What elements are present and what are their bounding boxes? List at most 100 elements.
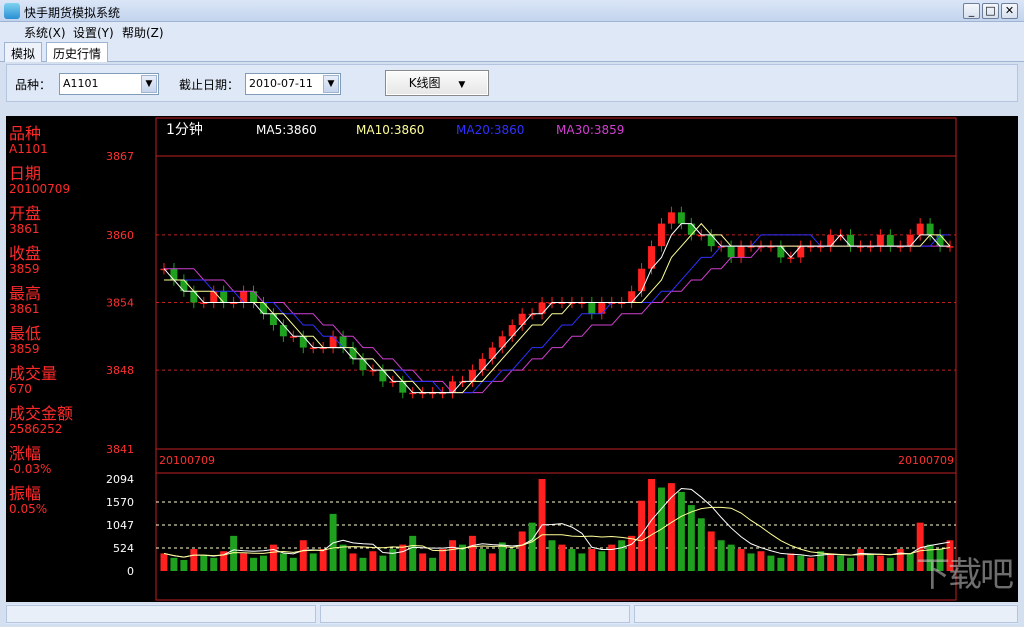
candle-body (299, 336, 307, 348)
price-tick-label: 3867 (106, 150, 134, 163)
candle-body (657, 223, 665, 247)
date-left-label: 20100709 (159, 454, 215, 467)
volume-bar (598, 551, 606, 571)
candle-body (628, 291, 636, 303)
candle-body (926, 223, 934, 235)
candle-body (259, 302, 267, 314)
tab-bar: 模拟 历史行情 (0, 40, 1024, 62)
volume-bar (896, 549, 904, 571)
volume-bar (777, 557, 785, 571)
volume-bar (757, 551, 765, 571)
volume-tick-label: 1047 (106, 519, 134, 532)
volume-bar (648, 479, 656, 571)
candle-body (847, 234, 855, 247)
candle-body (170, 268, 178, 280)
variety-select[interactable]: A1101 ▼ (59, 73, 159, 95)
candle-body (488, 347, 496, 359)
candle-body (737, 246, 745, 258)
chart-area: 品种 A1101 日期 20100709 开盘 3861 收盘 3859 最高 3861 最低 385… (6, 116, 1018, 602)
price-tick-label: 3854 (106, 297, 134, 310)
candle-body (190, 291, 198, 303)
tab-history[interactable]: 历史行情 (46, 42, 109, 62)
status-bar (6, 604, 1018, 624)
status-section-1 (6, 605, 316, 623)
price-tick-label: 3848 (106, 364, 134, 377)
volume-bar (409, 535, 417, 571)
menu-settings[interactable]: 设置(Y) (73, 24, 114, 41)
volume-bar (817, 551, 825, 571)
candle-body (727, 246, 735, 258)
date-picker[interactable]: 2010-07-11 ▼ (245, 73, 341, 95)
volume-bar (866, 553, 874, 571)
candle-body (269, 313, 277, 326)
maximize-button[interactable]: □ (982, 3, 999, 19)
volume-bar (250, 557, 258, 571)
volume-bar (200, 555, 208, 571)
volume-bar (807, 557, 815, 571)
volume-bar (349, 553, 357, 571)
date-right-label: 20100709 (898, 454, 954, 467)
chart-frame (155, 117, 957, 601)
volume-bar (856, 549, 864, 571)
volume-bar (588, 549, 596, 571)
volume-bar (687, 505, 695, 571)
volume-bar (787, 553, 795, 571)
volume-bar (439, 549, 447, 571)
dropdown-arrow-icon: ▼ (458, 80, 466, 90)
status-section-3 (634, 605, 1018, 623)
candle-body (478, 358, 486, 371)
volume-bar (876, 555, 884, 571)
close-button[interactable]: ✕ (1001, 3, 1018, 19)
candle-body (886, 234, 894, 247)
calendar-dropdown-icon[interactable]: ▼ (323, 75, 339, 93)
volume-bar (240, 553, 248, 571)
volume-bar (369, 551, 377, 571)
candle-body (359, 358, 367, 371)
volume-tick-label: 2094 (106, 473, 134, 486)
volume-bar (707, 531, 715, 571)
volume-bar (478, 549, 486, 571)
chart-type-label: K线图 (408, 76, 441, 90)
volume-bar (190, 549, 198, 571)
volume-bar (727, 544, 735, 571)
ma20-label: MA20:3860 (456, 123, 524, 137)
volume-bar (339, 544, 347, 571)
volume-bar (210, 557, 218, 571)
candle-body (468, 370, 476, 382)
volume-bar (309, 553, 317, 571)
date-value: 2010-07-11 (249, 77, 313, 90)
candle-body (707, 234, 715, 247)
candle-body (518, 313, 526, 326)
menu-help[interactable]: 帮助(Z) (122, 24, 164, 41)
volume-bar (488, 553, 496, 571)
volume-bar (269, 544, 277, 571)
candle-body (936, 234, 944, 247)
candle-body (667, 212, 675, 224)
ma5-line (163, 223, 951, 394)
volume-bar (677, 491, 685, 571)
menu-system[interactable]: 系统(X) (24, 24, 66, 41)
volume-bar (847, 557, 855, 571)
candle-body (508, 325, 516, 337)
period-label: 1分钟 (166, 121, 203, 138)
candle-body (379, 370, 387, 382)
volume-tick-label: 1570 (106, 496, 134, 509)
candle-body (180, 279, 188, 292)
tab-simulate[interactable]: 模拟 (4, 42, 43, 62)
volume-ma10-line (163, 506, 951, 558)
status-section-2 (320, 605, 630, 623)
ma10-line (163, 222, 951, 394)
volume-bar (618, 540, 626, 571)
candle-body (677, 212, 685, 224)
candle-body (777, 246, 785, 258)
kline-chart[interactable]: 1分钟 MA5:3860 MA10:3860 MA20:3860 MA30:3859 38… (6, 116, 1018, 602)
candle-body (220, 291, 228, 303)
volume-bar (449, 540, 457, 571)
candle-body (827, 234, 835, 247)
volume-ma5-line (163, 487, 951, 558)
candle-body (906, 234, 914, 247)
chart-type-button[interactable]: K线图 ▼ (385, 70, 489, 96)
minimize-button[interactable]: _ (963, 3, 980, 19)
chevron-down-icon[interactable]: ▼ (141, 75, 157, 93)
volume-bar (667, 483, 675, 571)
